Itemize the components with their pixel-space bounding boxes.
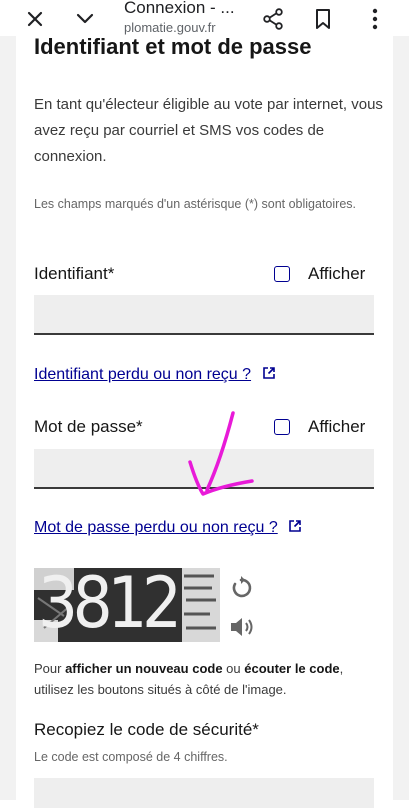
identifier-show-checkbox[interactable] (274, 266, 290, 282)
captcha-help-text: Pour afficher un nouveau code ou écouter… (34, 658, 384, 700)
chevron-down-icon[interactable] (72, 6, 98, 32)
intro-text: En tant qu'électeur éligible au vote par… (34, 96, 383, 165)
required-note: Les champs marqués d'un astérisque (*) s… (34, 197, 356, 211)
password-show-label[interactable]: Afficher (308, 417, 365, 437)
password-show-checkbox[interactable] (274, 419, 290, 435)
password-lost-link[interactable]: Mot de passe perdu ou non reçu ? (34, 519, 302, 538)
identifier-lost-link[interactable]: Identifiant perdu ou non reçu ? (34, 366, 276, 385)
external-link-icon (288, 519, 302, 538)
identifier-lost-link-text[interactable]: Identifiant perdu ou non reçu ? (34, 366, 251, 383)
page-title: Connexion - ... (124, 0, 235, 17)
captcha-digits: 3812 (38, 568, 182, 642)
security-code-input[interactable] (34, 778, 374, 808)
close-icon[interactable] (22, 6, 48, 32)
browser-toolbar: Connexion - ... plomatie.gouv.fr (0, 0, 409, 36)
external-link-icon (262, 366, 276, 385)
speaker-icon[interactable] (229, 616, 255, 643)
captcha-help-bold-2: écouter le code (244, 661, 340, 676)
password-input[interactable] (34, 449, 374, 489)
security-code-hint: Le code est composé de 4 chiffres. (34, 750, 228, 764)
refresh-icon[interactable] (230, 576, 252, 605)
identifier-show-label[interactable]: Afficher (308, 264, 365, 284)
password-label: Mot de passe* (34, 417, 143, 436)
identifier-input[interactable] (34, 295, 374, 335)
section-heading: Identifiant et mot de passe (34, 34, 312, 59)
captcha-help-bold-1: afficher un nouveau code (65, 661, 223, 676)
login-card: Identifiant et mot de passe En tant qu'é… (16, 34, 393, 808)
captcha-help-mid: ou (222, 661, 245, 676)
bookmark-icon[interactable] (310, 6, 336, 32)
security-code-label: Recopiez le code de sécurité* (34, 720, 259, 739)
page-background: Identifiant et mot de passe En tant qu'é… (0, 34, 409, 808)
password-lost-link-text[interactable]: Mot de passe perdu ou non reçu ? (34, 519, 278, 536)
captcha-image: 3812 (34, 568, 220, 642)
more-vertical-icon[interactable] (362, 6, 388, 32)
share-icon[interactable] (260, 6, 286, 32)
captcha-help-pre: Pour (34, 661, 66, 676)
url-text[interactable]: plomatie.gouv.fr (124, 20, 216, 35)
identifier-label: Identifiant* (34, 264, 115, 283)
